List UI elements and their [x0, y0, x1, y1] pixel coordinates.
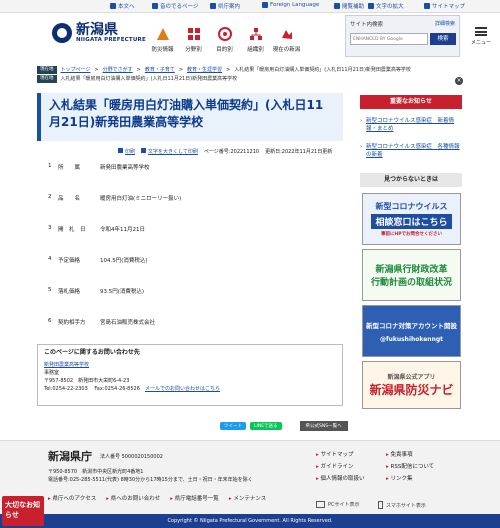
footer-title: 新潟県庁 — [48, 450, 92, 463]
bousai-navi-banner[interactable]: 新潟県公式アプリ 新潟県防災ナビ — [362, 361, 461, 409]
breadcrumb-lifelong[interactable]: 教育・生涯学習 — [187, 66, 222, 74]
share-bar: ツイート LINEで送る 県公式SNS一覧へ — [220, 421, 348, 431]
print-icon — [118, 148, 123, 153]
footer-links: 県庁へのアクセス 県へのお問い合わせ 県庁電話番号一覧 メンテナンス — [48, 494, 267, 502]
sitemap-icon — [424, 3, 430, 9]
print-link[interactable]: 印刷 — [118, 148, 135, 155]
advanced-search-link[interactable]: 詳細検索 — [435, 20, 455, 27]
site-search: サイト内検索 詳細検索 ENHANCED BY Google 検索 — [345, 15, 460, 57]
pc-site-link[interactable]: PCサイト表示 — [316, 501, 360, 508]
inquiry-link[interactable]: 県へのお問い合わせ — [106, 494, 161, 502]
font-size-link[interactable]: 文字の拡大 — [368, 2, 404, 10]
nav-purpose[interactable]: 目的別 — [209, 13, 240, 57]
notice-link[interactable]: 新型コロナウイルス感染症 新着情報・まとめ — [360, 117, 460, 133]
breadcrumb-current: 入札結果「暖房用白灯油購入単価契約」(入札日11月21日)新発田農業高等学校 — [234, 66, 411, 73]
smartphone-icon — [378, 501, 383, 509]
contact-box: このページに関するお問い合わせ先 新発田農業高等学校 事務室 〒957-8502… — [37, 344, 343, 406]
utility-bar: 本文へ 音のでるページ 県庁案内 Foreign Language 閲覧補助 文… — [0, 0, 500, 13]
close-icon[interactable]: × — [455, 77, 463, 85]
logo-title: 新潟県 — [76, 22, 118, 38]
search-label: サイト内検索 — [350, 22, 384, 28]
nav-current[interactable]: 現在の新潟 — [271, 13, 302, 57]
text-size-icon — [368, 3, 374, 9]
speaker-icon — [152, 3, 158, 9]
contact-heading: このページに関するお問い合わせ先 — [44, 349, 140, 356]
important-notice-heading: 重要なお知らせ — [360, 95, 462, 109]
foreign-language-link[interactable]: Foreign Language — [262, 2, 319, 8]
accessibility-icon — [334, 3, 340, 9]
site-logo[interactable]: 新潟県 NIIGATA PREFECTURE — [52, 23, 146, 43]
tweet-button[interactable]: ツイート — [220, 422, 246, 430]
not-found-heading: 見つからないときは — [360, 173, 462, 187]
page-title: 入札結果「暖房用白灯油購入単価契約」(入札日11月21日)新発田農業高等学校 — [49, 98, 324, 129]
privacy-link[interactable]: 個人情報の取扱い — [316, 473, 365, 485]
skip-link[interactable]: 本文へ — [110, 2, 135, 10]
breadcrumb-top[interactable]: トップページ — [61, 66, 91, 74]
updated-date: 更新日:2022年11月21日更新 — [265, 149, 333, 155]
logo-subtitle: NIIGATA PREFECTURE — [76, 37, 146, 43]
page-title-box: 入札結果「暖房用白灯油購入単価契約」(入札日11月21日)新発田農業高等学校 — [37, 93, 343, 141]
building-icon — [210, 3, 216, 9]
link-collection-link[interactable]: リンク集 — [386, 473, 413, 485]
line-button[interactable]: LINEで送る — [250, 422, 282, 430]
search-button[interactable]: 検索 — [430, 33, 456, 45]
grid-icon — [187, 28, 200, 40]
search-input[interactable]: ENHANCED BY Google — [350, 33, 428, 45]
contact-dept: 事務室 — [44, 370, 60, 376]
contact-address: 〒957-8502 新発田市大栄町6-4-23 — [44, 378, 130, 384]
menu-button[interactable]: メニュー — [466, 15, 496, 57]
rss-link[interactable]: RSS配信について — [386, 461, 435, 473]
corporate-number: 法人番号 5000020150002 — [100, 454, 163, 460]
phone-list-link[interactable]: 県庁電話番号一覧 — [170, 494, 219, 502]
guideline-link[interactable]: ガイドライン — [316, 461, 354, 473]
enlarge-print-link[interactable]: 文字を大きくして印刷 — [141, 148, 198, 155]
accessibility-link[interactable]: 閲覧補助 — [334, 2, 364, 10]
access-link[interactable]: 県庁へのアクセス — [48, 494, 97, 502]
nav-organization[interactable]: 組織別 — [240, 13, 271, 57]
breadcrumb-tag: 現在地 — [37, 65, 57, 74]
breadcrumb: 現在地 トップページ > 分野でさがす > 教育・子育て > 教育・生涯学習 > 入札結… — [37, 65, 465, 83]
hamburger-icon — [475, 26, 487, 36]
monitor-icon — [316, 501, 325, 508]
nav-disaster[interactable]: 防災情報 — [147, 13, 178, 57]
page-id: ページ番号:202211210 — [203, 149, 260, 155]
notice-link[interactable]: 新型コロナウイルス感染症 各種情報の新着 — [360, 143, 460, 159]
sp-site-link[interactable]: スマホサイト表示 — [378, 501, 426, 509]
prefecture-emblem-icon — [52, 23, 72, 43]
breadcrumb-field[interactable]: 分野でさがす — [103, 66, 133, 74]
important-info-button[interactable]: 大切なお知らせ — [2, 496, 44, 526]
corona-consult-banner[interactable]: 新型コロナウイルス 相談窓口はこちら 事前にHPでお問合せください — [362, 193, 461, 245]
sitemap-link[interactable]: サイトマップ — [424, 2, 465, 10]
maintenance-link[interactable]: メンテナンス — [229, 494, 266, 502]
target-icon — [217, 27, 232, 41]
corona-account-banner[interactable]: 新型コロナ対策アカウント開設 @fukushihokenngt — [362, 305, 461, 357]
map-icon — [281, 30, 292, 39]
global-nav: 防災情報 分野別 目的別 組織別 現在の新潟 — [147, 13, 302, 57]
audio-page-link[interactable]: 音のでるページ — [152, 2, 198, 10]
page-meta: 印刷 文字を大きくして印刷 ページ番号:202211210 更新日:2022年1… — [118, 148, 332, 155]
contact-org-link[interactable]: 新発田農業高等学校 — [44, 362, 89, 368]
disclaimer-link[interactable]: 免責事項 — [386, 449, 413, 461]
globe-icon — [262, 2, 268, 8]
arrow-icon — [110, 3, 116, 9]
breadcrumb-current-2: 入札結果「暖房用白灯油購入単価契約」(入札日11月21日)新発田農業高等学校 — [60, 75, 238, 82]
sns-list-button[interactable]: 県公式SNS一覧へ — [299, 421, 348, 431]
reform-plan-banner[interactable]: 新潟県行財政改革 行動計画の取組状況 — [362, 249, 461, 301]
breadcrumb-education[interactable]: 教育・子育て — [145, 66, 175, 74]
footer-address: 〒950-8570 新潟市中央区新光町4番地1 電話番号:025-285-551… — [48, 469, 253, 483]
contact-form-link[interactable]: メールでのお問い合わせはこちら — [145, 386, 220, 392]
copyright: Copyright © Niigata Prefectural Governme… — [0, 514, 500, 528]
sitemap-footer-link[interactable]: サイトマップ — [316, 449, 354, 461]
magnify-icon — [141, 148, 147, 153]
contact-tel: Tel:0254-22-2303 Fax:0254-26-8526 — [44, 386, 140, 392]
office-guide-link[interactable]: 県庁案内 — [210, 2, 240, 10]
alert-icon — [156, 28, 169, 40]
organization-icon — [249, 28, 262, 40]
nav-field[interactable]: 分野別 — [178, 13, 209, 57]
site-header: 新潟県 NIIGATA PREFECTURE 防災情報 分野別 目的別 組織別 … — [0, 13, 500, 63]
